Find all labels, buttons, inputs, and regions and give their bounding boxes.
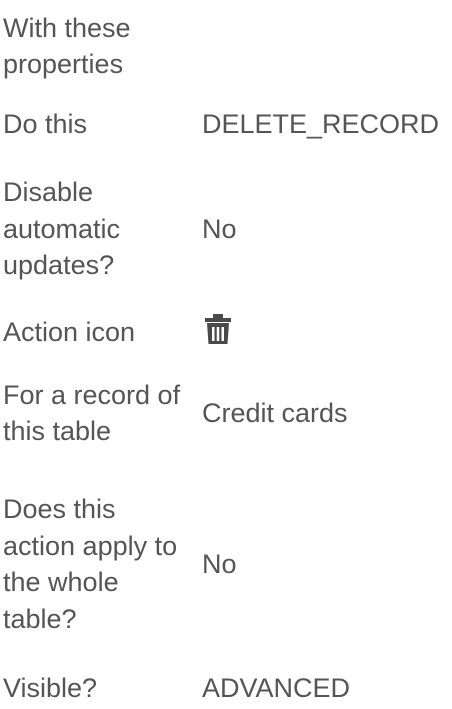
value-applies-to-whole-table[interactable]: No — [202, 546, 237, 582]
value-disable-automatic-updates[interactable]: No — [202, 211, 237, 247]
action-properties-panel: With these properties Do this DELETE_REC… — [0, 0, 452, 709]
label-applies-to-whole-table: Does this action apply to the whole tabl… — [3, 494, 178, 634]
label-with-these-properties: With these properties — [3, 12, 131, 80]
label-action-icon: Action icon — [3, 316, 136, 347]
trash-icon — [205, 313, 231, 344]
row-disable-automatic-updates: Disable automatic updates? No — [0, 160, 452, 298]
label-visible: Visible? — [3, 672, 98, 703]
label-for-a-record: For a record of this table — [3, 379, 181, 447]
label-disable-automatic-updates: Disable automatic updates? — [3, 177, 121, 281]
value-do-this[interactable]: DELETE_RECORD — [202, 106, 439, 142]
value-for-a-record[interactable]: Credit cards — [202, 395, 348, 431]
value-visible[interactable]: ADVANCED — [202, 670, 350, 706]
row-with-these-properties: With these properties — [0, 0, 452, 92]
row-action-icon: Action icon — [0, 310, 452, 354]
value-action-icon[interactable] — [202, 311, 231, 354]
row-visible: Visible? ADVANCED — [0, 668, 452, 708]
row-for-a-record: For a record of this table Credit cards — [0, 370, 452, 456]
label-do-this: Do this — [3, 108, 88, 139]
row-applies-to-whole-table: Does this action apply to the whole tabl… — [0, 468, 452, 660]
row-do-this: Do this DELETE_RECORD — [0, 104, 452, 144]
